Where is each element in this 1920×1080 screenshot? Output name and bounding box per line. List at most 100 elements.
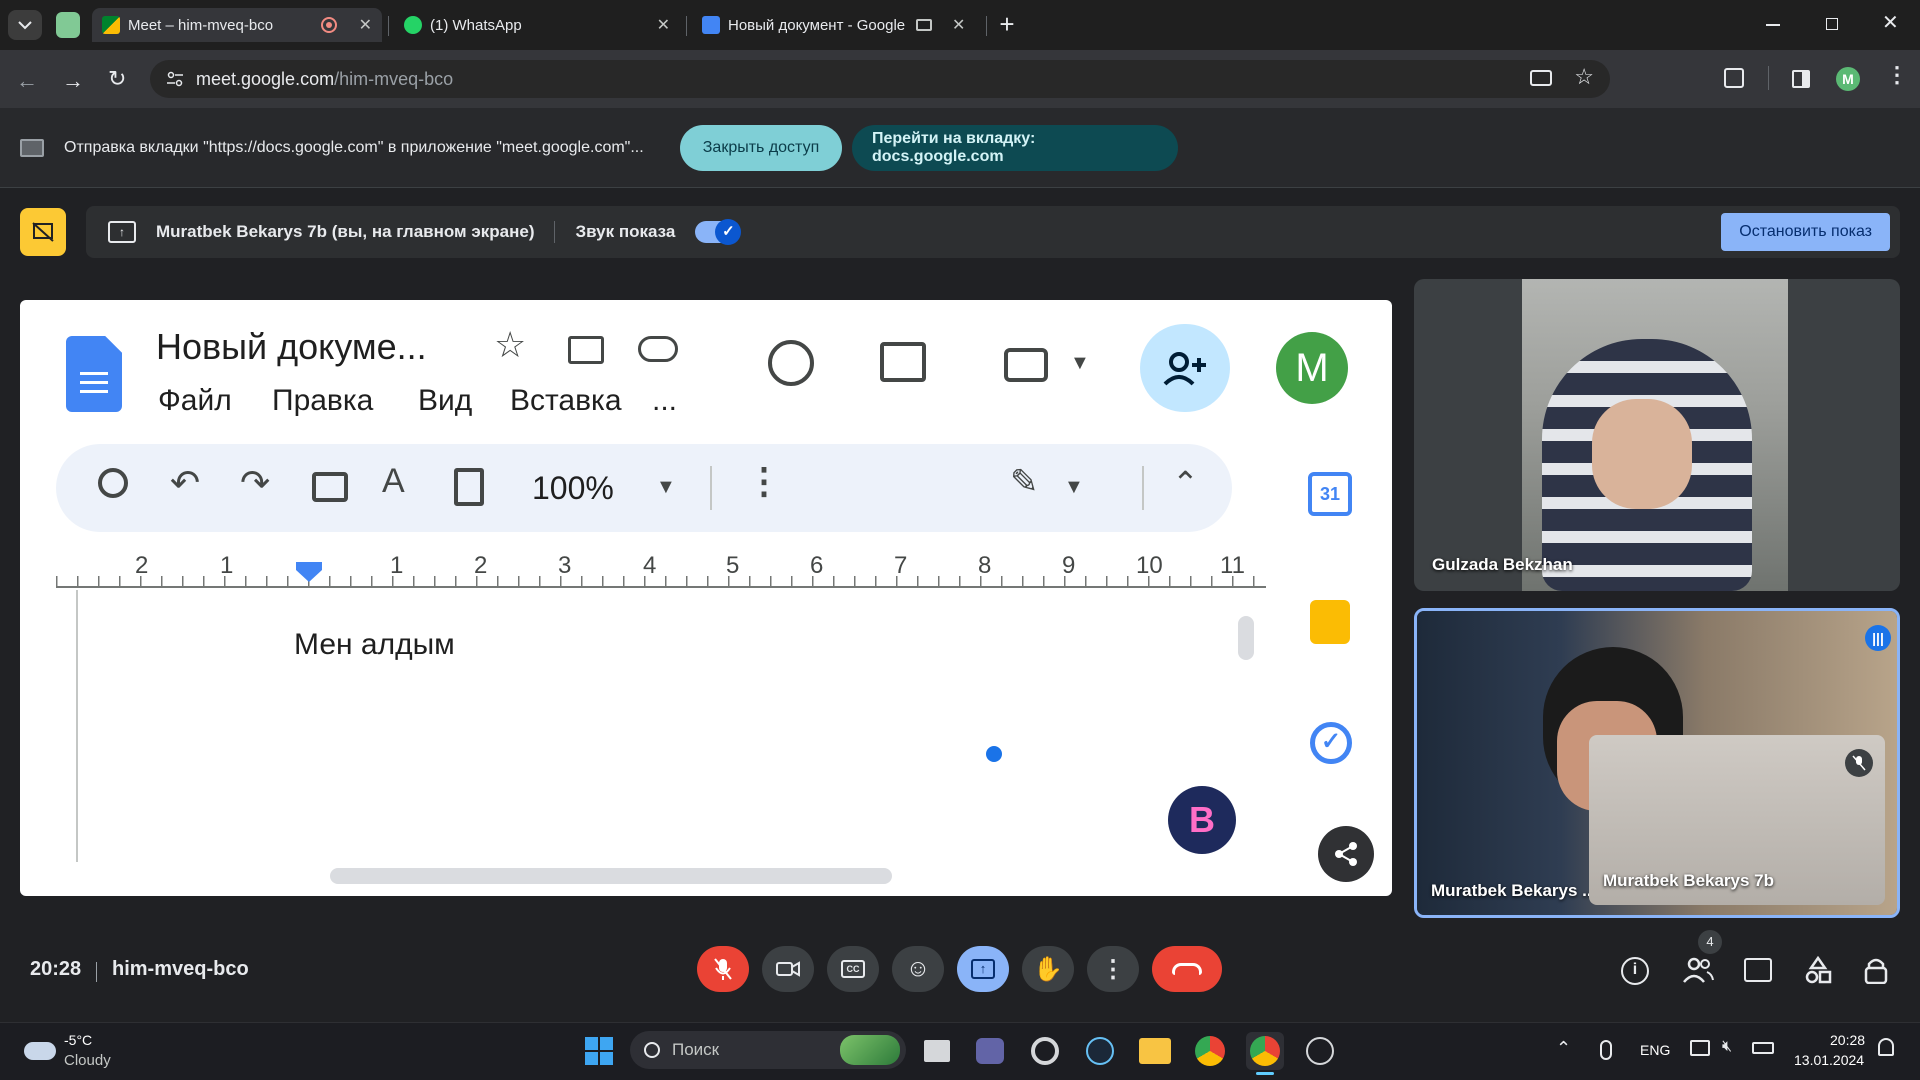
meet-call-icon[interactable] xyxy=(1004,348,1048,382)
switch-to-tab-button[interactable]: Перейти на вкладку: docs.google.com xyxy=(852,125,1178,171)
microphone-button[interactable] xyxy=(697,946,749,992)
teams-chat-icon[interactable] xyxy=(971,1032,1009,1070)
close-tab-icon[interactable]: ✕ xyxy=(657,15,670,35)
obs-icon[interactable] xyxy=(1026,1032,1064,1070)
share-audio-toggle[interactable]: ✓ xyxy=(695,219,742,245)
menu-more[interactable]: ... xyxy=(652,384,677,418)
tab-google-docs[interactable]: Новый документ - Google ✕ xyxy=(692,8,982,42)
zoom-select[interactable]: 100% xyxy=(532,470,614,507)
clock-app-icon[interactable] xyxy=(1301,1032,1339,1070)
network-icon[interactable] xyxy=(1690,1040,1710,1056)
keep-icon[interactable] xyxy=(1310,600,1350,644)
reload-button[interactable]: ↻ xyxy=(108,66,126,92)
clock-time[interactable]: 20:28 xyxy=(1830,1032,1865,1048)
cloud-saved-icon[interactable] xyxy=(638,336,678,362)
menu-file[interactable]: Файл xyxy=(158,384,232,418)
tab-whatsapp[interactable]: (1) WhatsApp ✕ xyxy=(394,8,680,42)
extensions-icon[interactable] xyxy=(1724,68,1744,88)
reactions-button[interactable]: ☺ xyxy=(892,946,944,992)
profile-avatar[interactable]: M xyxy=(1836,67,1860,91)
tab-group-indicator[interactable] xyxy=(56,12,80,38)
zoom-dropdown-icon[interactable]: ▼ xyxy=(656,476,676,499)
taskbar-search[interactable]: Поиск xyxy=(630,1031,906,1069)
back-button[interactable]: ← xyxy=(16,68,38,94)
clock-date[interactable]: 13.01.2024 xyxy=(1794,1052,1864,1068)
restore-button[interactable] xyxy=(1826,18,1838,30)
menu-insert[interactable]: Вставка xyxy=(510,384,622,418)
comments-icon[interactable] xyxy=(880,342,926,382)
show-hidden-icons[interactable]: ⌃ xyxy=(1556,1038,1571,1059)
close-window-button[interactable]: ✕ xyxy=(1882,10,1899,35)
new-tab-button[interactable]: + xyxy=(992,10,1022,40)
steam-icon[interactable] xyxy=(1081,1032,1119,1070)
star-icon[interactable]: ☆ xyxy=(494,324,526,366)
side-panel-icon[interactable] xyxy=(1792,70,1810,88)
paint-format-icon[interactable] xyxy=(454,468,484,506)
people-icon[interactable] xyxy=(1682,956,1714,984)
stop-sharing-button[interactable]: Закрыть доступ xyxy=(680,125,842,171)
stop-presenting-icon[interactable] xyxy=(20,208,66,256)
calendar-icon[interactable]: 31 xyxy=(1308,472,1352,516)
raise-hand-button[interactable]: ✋ xyxy=(1022,946,1074,992)
close-tab-icon[interactable]: ✕ xyxy=(359,15,372,35)
more-options-icon[interactable]: ⋮ xyxy=(746,460,782,502)
input-language[interactable]: ENG xyxy=(1640,1042,1670,1058)
camera-in-use-icon[interactable] xyxy=(1530,70,1552,86)
host-controls-icon[interactable] xyxy=(1864,956,1888,984)
camera-button[interactable] xyxy=(762,946,814,992)
start-button[interactable] xyxy=(580,1032,618,1070)
document-text[interactable]: Мен алдым xyxy=(294,628,455,662)
print-icon[interactable] xyxy=(312,472,348,502)
editing-mode-dropdown-icon[interactable]: ▼ xyxy=(1064,476,1084,499)
leave-call-button[interactable] xyxy=(1152,946,1222,992)
browser-menu-icon[interactable]: ⋮ xyxy=(1886,62,1908,88)
self-view-tile[interactable]: Muratbek Bekarys 7b xyxy=(1589,735,1885,905)
share-button[interactable] xyxy=(1140,324,1230,412)
horizontal-scrollbar[interactable] xyxy=(330,868,892,884)
search-icon[interactable] xyxy=(98,468,128,498)
weather-widget[interactable]: -5°C Cloudy xyxy=(22,1030,152,1074)
present-button[interactable]: ↑ xyxy=(957,946,1009,992)
account-avatar[interactable]: M xyxy=(1276,332,1348,404)
document-page[interactable]: Мен алдым xyxy=(76,590,1236,862)
share-fab-icon[interactable] xyxy=(1318,826,1374,882)
vertical-scrollbar[interactable] xyxy=(1238,616,1254,660)
redo-icon[interactable]: ↷ xyxy=(240,462,270,504)
hide-menus-icon[interactable]: ⌃ xyxy=(1172,464,1199,502)
microphone-tray-icon[interactable] xyxy=(1600,1040,1612,1060)
minimize-button[interactable] xyxy=(1766,24,1780,26)
editing-mode-icon[interactable]: ✎ xyxy=(1010,462,1039,502)
chrome-profile-icon[interactable] xyxy=(1246,1032,1284,1070)
notifications-bell-icon[interactable] xyxy=(1878,1038,1894,1056)
close-tab-icon[interactable]: ✕ xyxy=(952,15,965,35)
move-folder-icon[interactable] xyxy=(568,336,604,364)
chrome-icon[interactable] xyxy=(1191,1032,1229,1070)
site-info-icon[interactable] xyxy=(166,70,184,88)
file-explorer-icon[interactable] xyxy=(1136,1032,1174,1070)
address-bar[interactable]: meet.google.com/him-mveq-bco ☆ xyxy=(150,60,1610,98)
meeting-details-icon[interactable]: i xyxy=(1621,957,1649,985)
stop-presenting-button[interactable]: Остановить показ xyxy=(1721,213,1890,251)
participant-tile-active-speaker[interactable]: ||| Muratbek Bekarys ... Muratbek Bekary… xyxy=(1414,608,1900,918)
document-title[interactable]: Новый докуме... xyxy=(156,326,427,368)
menu-view[interactable]: Вид xyxy=(418,384,472,418)
chat-icon[interactable] xyxy=(1744,958,1772,982)
undo-icon[interactable]: ↶ xyxy=(170,462,200,504)
extension-bubble-icon[interactable]: B xyxy=(1168,786,1236,854)
meet-dropdown-icon[interactable]: ▼ xyxy=(1070,352,1090,375)
tab-meet[interactable]: Meet – him-mveq-bco ✕ xyxy=(92,8,382,42)
version-history-icon[interactable] xyxy=(768,340,814,386)
activities-icon[interactable] xyxy=(1804,956,1832,984)
tasks-icon[interactable]: ✓ xyxy=(1310,722,1352,764)
task-view-icon[interactable] xyxy=(918,1032,956,1070)
spellcheck-icon[interactable]: A xyxy=(382,462,405,501)
docs-logo-icon[interactable] xyxy=(66,336,122,412)
volume-muted-icon[interactable]: 🔇︎ xyxy=(1722,1038,1732,1056)
captions-button[interactable]: CC xyxy=(827,946,879,992)
battery-icon[interactable] xyxy=(1752,1042,1774,1054)
menu-edit[interactable]: Правка xyxy=(272,384,373,418)
more-options-button[interactable]: ⋮ xyxy=(1087,946,1139,992)
participant-tile[interactable]: Gulzada Bekzhan xyxy=(1414,279,1900,591)
tab-search-button[interactable] xyxy=(8,10,42,40)
forward-button[interactable]: → xyxy=(62,68,84,94)
